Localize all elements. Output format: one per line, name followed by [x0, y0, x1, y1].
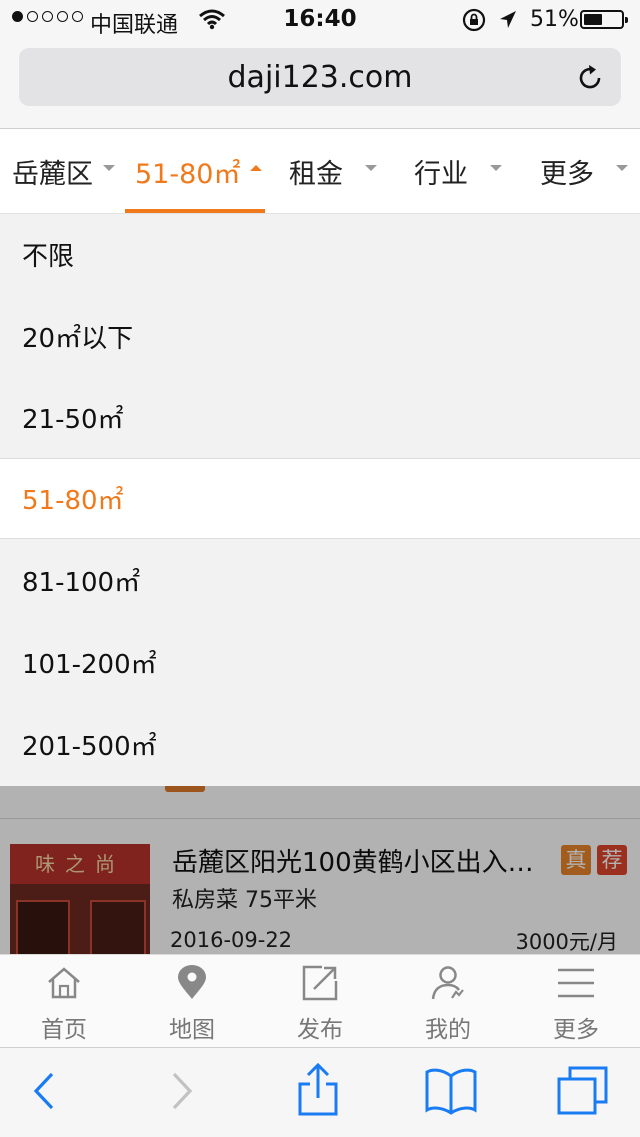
map-pin-icon: [178, 965, 206, 999]
back-icon[interactable]: [30, 1070, 56, 1112]
nav-map[interactable]: 地图: [128, 955, 256, 1048]
nav-more-label: 更多: [553, 1017, 599, 1043]
filter-tab-bar: 岳麓区 51-80㎡ 租金 行业 更多: [0, 129, 640, 214]
dropdown-backdrop[interactable]: [0, 786, 640, 954]
tab-area[interactable]: 51-80㎡: [135, 129, 263, 213]
tab-district[interactable]: 岳麓区: [12, 129, 115, 213]
caret-down-icon: [365, 165, 377, 171]
nav-mine-label: 我的: [425, 1017, 471, 1043]
caret-down-icon: [490, 165, 502, 171]
reload-icon[interactable]: [575, 63, 605, 93]
battery-icon: [580, 10, 628, 29]
menu-icon: [558, 968, 594, 998]
active-tab-indicator: [125, 209, 265, 213]
address-bar[interactable]: daji123.com: [19, 48, 621, 106]
forward-icon[interactable]: [170, 1070, 196, 1112]
area-option-101-200[interactable]: 101-200㎡: [0, 622, 640, 703]
area-option-under-20[interactable]: 20㎡以下: [0, 296, 640, 377]
tab-rent[interactable]: 租金: [289, 129, 377, 213]
bookmarks-icon[interactable]: [424, 1066, 478, 1116]
tab-rent-label: 租金: [289, 158, 343, 190]
battery-percent: 51%: [530, 7, 579, 32]
publish-icon: [302, 965, 338, 1001]
tab-more-label: 更多: [540, 158, 594, 190]
tab-district-label: 岳麓区: [12, 158, 93, 190]
url-text[interactable]: daji123.com: [19, 60, 621, 95]
nav-home[interactable]: 首页: [0, 955, 128, 1048]
nav-home-label: 首页: [41, 1017, 87, 1043]
share-icon[interactable]: [296, 1062, 340, 1118]
area-option-51-80[interactable]: 51-80㎡: [0, 458, 640, 539]
nav-mine[interactable]: 我的: [384, 955, 512, 1048]
nav-publish[interactable]: 发布: [256, 955, 384, 1048]
caret-down-icon: [616, 165, 628, 171]
tabs-icon[interactable]: [556, 1066, 610, 1116]
area-option-any[interactable]: 不限: [0, 214, 640, 295]
tab-area-label: 51-80㎡: [135, 158, 241, 190]
area-option-201-500[interactable]: 201-500㎡: [0, 704, 640, 785]
nav-publish-label: 发布: [297, 1017, 343, 1043]
nav-more[interactable]: 更多: [512, 955, 640, 1048]
area-filter-dropdown: 不限 20㎡以下 21-50㎡ 51-80㎡ 81-100㎡ 101-200㎡ …: [0, 214, 640, 786]
rotation-lock-icon: [462, 8, 486, 32]
location-arrow-icon: [500, 11, 516, 28]
caret-up-icon: [250, 165, 263, 171]
nav-map-label: 地图: [169, 1017, 215, 1043]
browser-address-area: daji123.com: [0, 40, 640, 129]
site-bottom-nav: 首页 地图 发布 我的 更多: [0, 954, 640, 1048]
area-option-81-100[interactable]: 81-100㎡: [0, 540, 640, 621]
browser-toolbar: [0, 1047, 640, 1137]
area-option-21-50[interactable]: 21-50㎡: [0, 377, 640, 458]
tab-industry-label: 行业: [414, 158, 468, 190]
tab-more[interactable]: 更多: [540, 129, 628, 213]
caret-down-icon: [103, 165, 115, 171]
home-icon: [48, 967, 80, 999]
status-bar: 中国联通 16:40 51%: [0, 0, 640, 40]
tab-industry[interactable]: 行业: [414, 129, 502, 213]
user-icon: [431, 966, 464, 1000]
